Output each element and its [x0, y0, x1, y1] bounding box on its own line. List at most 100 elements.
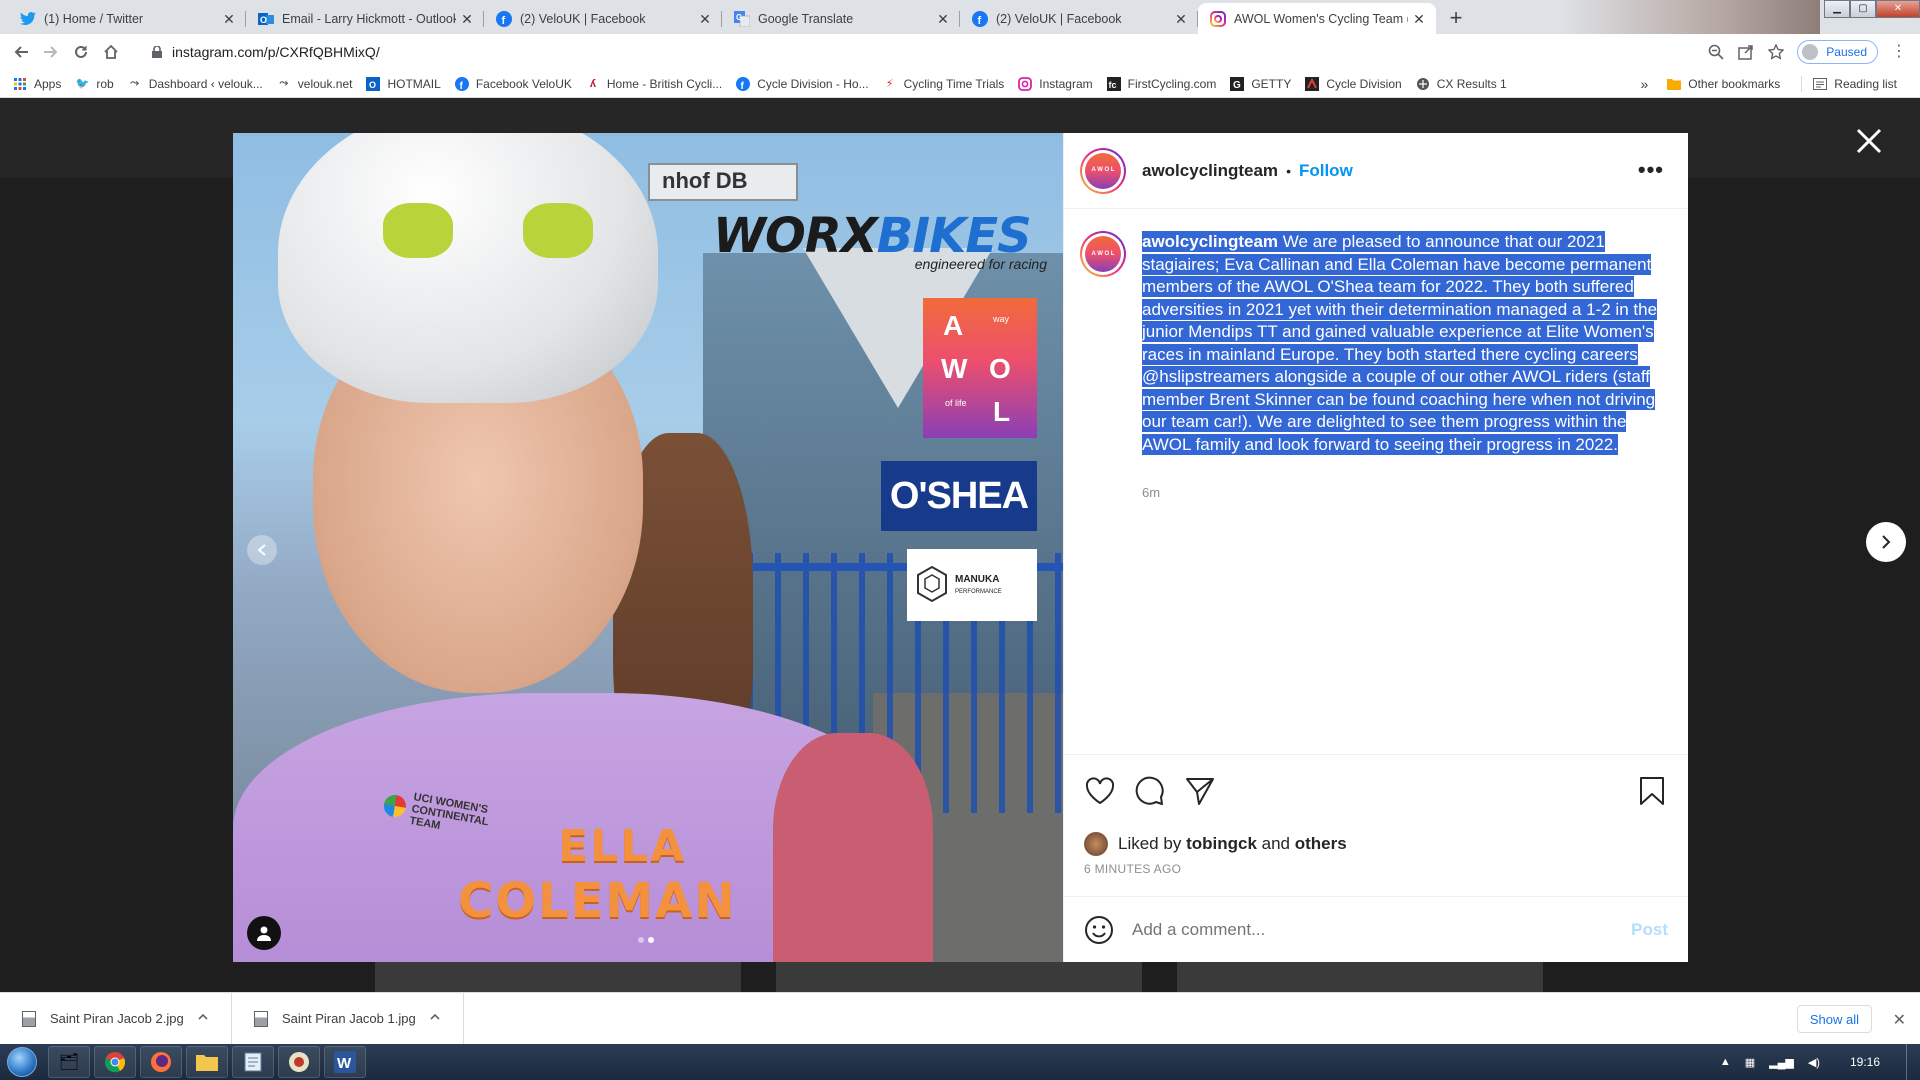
signal-icon[interactable]: ▂▄▆ — [1769, 1056, 1794, 1069]
manuka-hexagon-icon — [917, 565, 947, 603]
chevron-up-icon[interactable] — [197, 1011, 209, 1023]
maximize-button[interactable]: ▢ — [1850, 0, 1876, 18]
bookmark-dashboard[interactable]: ⤳ Dashboard ‹ velouk... — [127, 76, 262, 92]
browser-menu-button[interactable]: ⋮ — [1884, 37, 1914, 67]
reading-list-button[interactable]: Reading list — [1801, 76, 1897, 92]
taskbar-app-file-explorer[interactable] — [186, 1046, 228, 1078]
svg-text:O: O — [260, 15, 267, 25]
previous-image-button[interactable] — [247, 535, 277, 565]
taskbar-app-media[interactable] — [278, 1046, 320, 1078]
bookmark-cycle-division[interactable]: Cycle Division — [1304, 76, 1402, 92]
bookmarks-overflow-button[interactable]: » — [1640, 76, 1648, 92]
reload-button[interactable] — [66, 37, 96, 67]
profile-paused-button[interactable]: Paused — [1797, 40, 1878, 64]
emoji-icon[interactable] — [1084, 915, 1114, 945]
awol-avatar: A W O L — [1085, 152, 1121, 189]
svg-text:O: O — [369, 80, 376, 90]
save-post-button[interactable] — [1632, 771, 1672, 811]
other-bookmarks-folder[interactable]: Other bookmarks — [1666, 76, 1780, 92]
tab-facebook-2[interactable]: f (2) VeloUK | Facebook ✕ — [960, 3, 1198, 34]
minimize-button[interactable]: ▁ — [1824, 0, 1850, 18]
awol-avatar: A W O L — [1085, 236, 1121, 272]
bookmark-instagram[interactable]: Instagram — [1017, 76, 1093, 92]
taskbar-app-explorer-windows[interactable]: 🗂 — [48, 1046, 90, 1078]
download-item[interactable]: Saint Piran Jacob 2.jpg — [0, 992, 232, 1045]
outlook-icon: O — [365, 76, 381, 92]
tab-google-translate[interactable]: G Google Translate ✕ — [722, 3, 960, 34]
caption-avatar[interactable]: A W O L — [1080, 231, 1126, 277]
tab-close-icon[interactable]: ✕ — [935, 11, 951, 27]
follow-button[interactable]: Follow — [1299, 161, 1353, 181]
taskbar-app-notepad[interactable] — [232, 1046, 274, 1078]
bookmark-cycle-division-ho[interactable]: f Cycle Division - Ho... — [735, 76, 869, 92]
bookmark-velouk[interactable]: ⤳ velouk.net — [276, 76, 352, 92]
chevron-right-icon — [1882, 535, 1891, 549]
chevron-up-icon[interactable] — [429, 1011, 441, 1023]
start-button[interactable] — [0, 1044, 44, 1080]
taskbar-clock[interactable]: 19:16 — [1850, 1055, 1880, 1069]
close-post-button[interactable] — [1854, 126, 1884, 156]
lock-icon — [152, 46, 162, 58]
bookmark-cx-results[interactable]: CX Results 1 — [1415, 76, 1507, 92]
bookmark-cycling-time-trials[interactable]: ⚡ Cycling Time Trials — [882, 76, 1005, 92]
background-thumbnail — [776, 961, 1142, 992]
tab-close-icon[interactable]: ✕ — [697, 11, 713, 27]
comment-input[interactable] — [1132, 919, 1632, 940]
address-bar[interactable]: instagram.com/p/CXRfQBHMixQ/ — [140, 37, 1700, 67]
tab-title: (2) VeloUK | Facebook — [520, 11, 646, 26]
like-button[interactable] — [1080, 771, 1120, 811]
liked-by-others[interactable]: others — [1295, 834, 1347, 854]
taskbar-app-firefox[interactable] — [140, 1046, 182, 1078]
new-tab-button[interactable]: + — [1442, 4, 1470, 32]
show-all-downloads-button[interactable]: Show all — [1796, 1005, 1872, 1033]
taskbar-app-chrome[interactable] — [94, 1046, 136, 1078]
profile-avatar-ring[interactable]: A W O L — [1080, 147, 1126, 194]
show-desktop-button[interactable] — [1906, 1044, 1920, 1080]
bookmark-british-cycling[interactable]: ʎ Home - British Cycli... — [585, 76, 722, 92]
download-shelf: Saint Piran Jacob 2.jpg Saint Piran Jaco… — [0, 992, 1920, 1045]
bookmark-facebook-velouk[interactable]: f Facebook VeloUK — [454, 76, 572, 92]
image-file-icon — [22, 1010, 36, 1027]
share-post-button[interactable] — [1180, 771, 1220, 811]
bookmark-firstcycling[interactable]: fc FirstCycling.com — [1106, 76, 1216, 92]
bookmark-getty[interactable]: G GETTY — [1229, 76, 1291, 92]
tab-close-icon[interactable]: ✕ — [459, 11, 475, 27]
taskbar-app-word[interactable]: W — [324, 1046, 366, 1078]
svg-text:G: G — [1233, 80, 1241, 91]
back-button[interactable] — [6, 37, 36, 67]
zoom-button[interactable] — [1701, 37, 1731, 67]
bookmark-rob[interactable]: 🐦 rob — [74, 76, 114, 92]
home-button[interactable] — [96, 37, 126, 67]
instagram-icon — [1017, 76, 1033, 92]
carousel-dot-active — [648, 937, 654, 943]
liker-avatar[interactable] — [1084, 832, 1108, 856]
bookmark-star-button[interactable] — [1761, 37, 1791, 67]
tab-close-icon[interactable]: ✕ — [221, 11, 237, 27]
comment-button[interactable] — [1130, 771, 1170, 811]
tab-outlook[interactable]: O Email - Larry Hickmott - Outlook ✕ — [246, 3, 484, 34]
download-item[interactable]: Saint Piran Jacob 1.jpg — [232, 992, 464, 1045]
caption-username[interactable]: awolcyclingteam — [1142, 232, 1278, 251]
share-button[interactable] — [1731, 37, 1761, 67]
tab-close-icon[interactable]: ✕ — [1173, 11, 1189, 27]
tagged-users-button[interactable] — [247, 916, 281, 950]
post-username[interactable]: awolcyclingteam — [1142, 161, 1278, 181]
window-close-button[interactable]: ✕ — [1876, 0, 1920, 18]
bookmark-apps[interactable]: Apps — [12, 76, 61, 92]
bookmark-hotmail[interactable]: O HOTMAIL — [365, 76, 441, 92]
close-shelf-icon[interactable]: ✕ — [1893, 1010, 1906, 1030]
tray-expand-icon[interactable]: ▲ — [1720, 1056, 1731, 1068]
tab-close-icon[interactable]: ✕ — [1411, 11, 1427, 27]
tab-twitter[interactable]: (1) Home / Twitter ✕ — [8, 3, 246, 34]
volume-icon[interactable]: ◀) — [1808, 1056, 1820, 1069]
tab-facebook-1[interactable]: f (2) VeloUK | Facebook ✕ — [484, 3, 722, 34]
windows-orb-icon — [7, 1047, 37, 1077]
post-comment-button[interactable]: Post — [1631, 920, 1668, 940]
forward-button[interactable] — [36, 37, 66, 67]
next-post-button[interactable] — [1866, 522, 1906, 562]
more-options-button[interactable]: ••• — [1638, 157, 1664, 183]
tab-instagram-active[interactable]: AWOL Women's Cycling Team (@ ✕ — [1198, 3, 1436, 34]
liked-by-user[interactable]: tobingck — [1186, 834, 1257, 854]
worx-text: WORX — [713, 208, 878, 264]
network-icon[interactable]: ▦ — [1745, 1056, 1755, 1069]
